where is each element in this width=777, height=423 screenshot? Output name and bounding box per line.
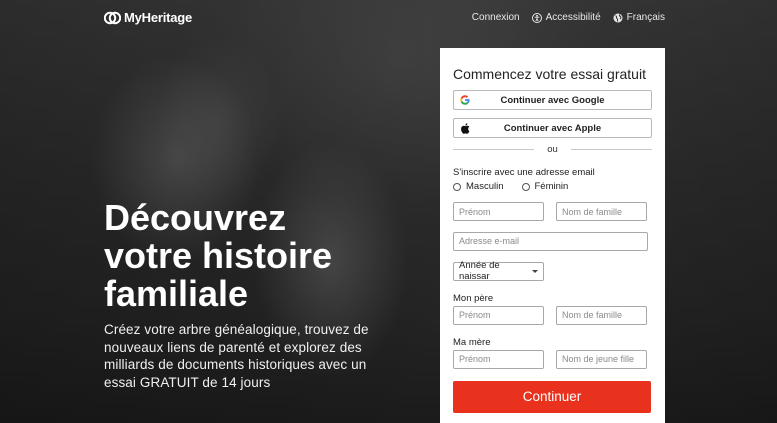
divider-text: ou [547, 144, 558, 155]
mother-maiden-name-input[interactable] [556, 349, 647, 369]
birth-year-select[interactable]: Année de naissar [453, 260, 544, 282]
gender-radio-group: Masculin Féminin [453, 181, 652, 192]
gender-female-label: Féminin [534, 181, 569, 192]
email-row [453, 231, 652, 251]
father-last-name-input[interactable] [556, 305, 647, 325]
logo-icon [104, 11, 121, 24]
apple-button-label: Continuer avec Apple [503, 122, 602, 134]
birth-year-value: Année de naissar [459, 260, 500, 282]
or-divider: ou [453, 144, 653, 155]
continue-with-apple-button[interactable]: Continuer avec Apple [453, 118, 652, 138]
mother-row [453, 349, 652, 369]
headline-line-3: familiale [104, 273, 249, 314]
father-row [453, 305, 652, 325]
continue-with-google-button[interactable]: Continuer avec Google [453, 90, 652, 110]
language-label: Français [626, 12, 665, 23]
divider-line-left [453, 149, 535, 150]
language-selector[interactable]: Français [613, 12, 665, 23]
gender-male-label: Masculin [466, 181, 504, 192]
headline-line-2: votre histoire [104, 235, 333, 276]
signup-title: Commencez votre essai gratuit [453, 66, 646, 82]
hero-headline: Découvrez votre histoire familiale [104, 199, 434, 313]
radio-female[interactable] [521, 182, 530, 191]
email-input[interactable] [453, 231, 648, 251]
top-navigation: Connexion Accessibilité Français [472, 12, 665, 23]
myheritage-logo[interactable]: MyHeritage [104, 10, 192, 25]
apple-icon [461, 123, 470, 134]
login-link[interactable]: Connexion [472, 12, 520, 23]
gender-male-option[interactable]: Masculin [453, 181, 504, 192]
chevron-down-icon [532, 269, 538, 273]
name-row [453, 202, 652, 221]
mother-first-name-input[interactable] [453, 349, 544, 369]
login-label: Connexion [471, 12, 520, 23]
last-name-input[interactable] [556, 202, 647, 221]
father-first-name-input[interactable] [453, 305, 544, 325]
first-name-input[interactable] [453, 202, 544, 221]
headline-line-1: Découvrez [104, 197, 287, 238]
logo-text: MyHeritage [124, 10, 193, 25]
divider-line-right [570, 149, 653, 150]
accessibility-label: Accessibilité [545, 12, 601, 23]
signup-card: Commencez votre essai gratuit Continuer … [440, 48, 665, 423]
google-icon [460, 95, 470, 105]
google-button-label: Continuer avec Google [500, 94, 605, 106]
gender-female-option[interactable]: Féminin [521, 181, 569, 192]
hero-subtext: Créez votre arbre généalogique, trouvez … [104, 322, 369, 390]
accessibility-link[interactable]: Accessibilité [531, 12, 601, 23]
globe-icon [613, 13, 623, 22]
email-signup-label: S'inscrire avec une adresse email [453, 167, 595, 178]
mother-label: Ma mère [453, 336, 491, 348]
continue-button[interactable]: Continuer [453, 380, 651, 413]
radio-male[interactable] [453, 182, 461, 191]
accessibility-icon [531, 12, 542, 23]
father-label: Mon père [453, 292, 494, 304]
birth-year-row: Année de naissar [453, 260, 652, 282]
